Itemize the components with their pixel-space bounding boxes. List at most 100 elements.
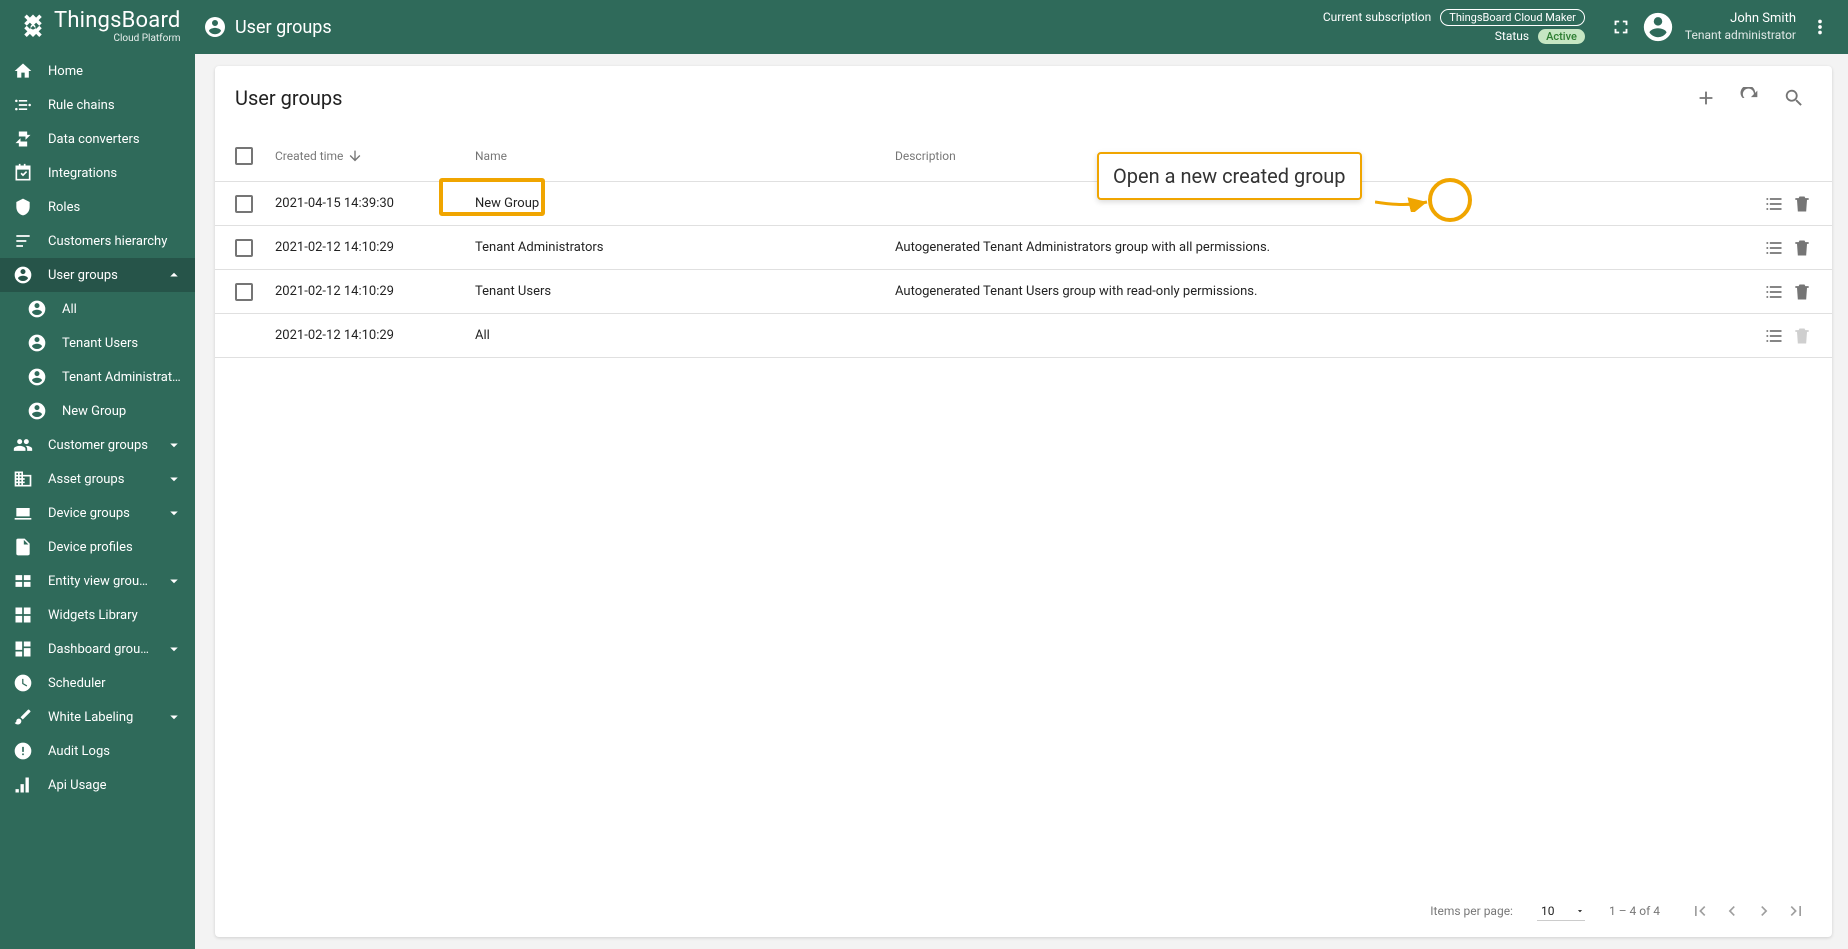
arrow-down-icon bbox=[347, 148, 363, 164]
plus-icon bbox=[1695, 87, 1717, 109]
sidebar-item-data-converters[interactable]: Data converters bbox=[0, 122, 195, 156]
sidebar-item-dashboard-groups[interactable]: Dashboard groups bbox=[0, 632, 195, 666]
sidebar-item-label: Audit Logs bbox=[48, 744, 183, 759]
status-label: Status bbox=[1495, 29, 1529, 43]
sidebar-item-widgets-library[interactable]: Widgets Library bbox=[0, 598, 195, 632]
next-page-button[interactable] bbox=[1748, 895, 1780, 927]
chevron-right-icon bbox=[1754, 901, 1774, 921]
sidebar-item-roles[interactable]: Roles bbox=[0, 190, 195, 224]
chevron-down-icon bbox=[165, 504, 183, 522]
fullscreen-button[interactable] bbox=[1601, 7, 1641, 47]
subscription-info: Current subscription ThingsBoard Cloud M… bbox=[1323, 8, 1585, 46]
sidebar-item-device-groups[interactable]: Device groups bbox=[0, 496, 195, 530]
sidebar-item-audit-logs[interactable]: Audit Logs bbox=[0, 734, 195, 768]
account-icon bbox=[26, 366, 48, 388]
entity-icon bbox=[12, 570, 34, 592]
select-arrow-icon bbox=[1575, 906, 1585, 916]
card-title: User groups bbox=[235, 86, 342, 110]
cell-created: 2021-02-12 14:10:29 bbox=[275, 284, 475, 299]
delete-icon[interactable] bbox=[1792, 238, 1812, 258]
brand-subtitle: Cloud Platform bbox=[113, 34, 180, 44]
domain-icon bbox=[12, 468, 34, 490]
cell-created: 2021-04-15 14:39:30 bbox=[275, 196, 475, 211]
home-icon bbox=[12, 60, 34, 82]
chevron-down-icon bbox=[165, 470, 183, 488]
open-group-icon[interactable] bbox=[1764, 326, 1784, 346]
hierarchy-icon bbox=[12, 230, 34, 252]
rule-icon bbox=[12, 94, 34, 116]
sidebar-item-scheduler[interactable]: Scheduler bbox=[0, 666, 195, 700]
search-button[interactable] bbox=[1776, 80, 1812, 116]
open-group-icon[interactable] bbox=[1764, 194, 1784, 214]
sidebar-item-rule-chains[interactable]: Rule chains bbox=[0, 88, 195, 122]
thingsboard-logo-icon bbox=[18, 12, 48, 42]
column-created-header[interactable]: Created time bbox=[275, 148, 475, 164]
sidebar-item-label: Tenant Administrators bbox=[62, 370, 183, 385]
subscription-plan[interactable]: ThingsBoard Cloud Maker bbox=[1440, 9, 1585, 26]
account-icon bbox=[26, 298, 48, 320]
sidebar-item-user-groups[interactable]: User groups bbox=[0, 258, 195, 292]
select-all-checkbox[interactable] bbox=[235, 147, 253, 165]
cell-description: Autogenerated Tenant Administrators grou… bbox=[895, 240, 1722, 255]
table-row[interactable]: 2021-02-12 14:10:29Tenant Administrators… bbox=[215, 226, 1832, 270]
chevron-down-icon bbox=[165, 640, 183, 658]
brand-logo[interactable]: ThingsBoard Cloud Platform bbox=[8, 10, 203, 44]
user-groups-card: User groups Created time Name bbox=[215, 66, 1832, 937]
prev-page-button[interactable] bbox=[1716, 895, 1748, 927]
sidebar-item-entity-view-groups[interactable]: Entity view groups bbox=[0, 564, 195, 598]
sidebar-item-label: Tenant Users bbox=[62, 336, 183, 351]
row-checkbox[interactable] bbox=[235, 283, 253, 301]
sidebar-item-customer-groups[interactable]: Customer groups bbox=[0, 428, 195, 462]
sidebar-item-device-profiles[interactable]: Device profiles bbox=[0, 530, 195, 564]
people-icon bbox=[12, 434, 34, 456]
row-checkbox[interactable] bbox=[235, 239, 253, 257]
sidebar-subitem-tenant-administrators[interactable]: Tenant Administrators bbox=[0, 360, 195, 394]
sidebar-item-api-usage[interactable]: Api Usage bbox=[0, 768, 195, 802]
sidebar-subitem-tenant-users[interactable]: Tenant Users bbox=[0, 326, 195, 360]
sidebar-item-asset-groups[interactable]: Asset groups bbox=[0, 462, 195, 496]
cell-name: All bbox=[475, 328, 895, 343]
sidebar-item-customers-hierarchy[interactable]: Customers hierarchy bbox=[0, 224, 195, 258]
audit-icon bbox=[12, 740, 34, 762]
last-page-button[interactable] bbox=[1780, 895, 1812, 927]
sidebar-item-label: Asset groups bbox=[48, 472, 151, 487]
column-name-header[interactable]: Name bbox=[475, 149, 895, 163]
row-checkbox[interactable] bbox=[235, 195, 253, 213]
sidebar-item-label: Dashboard groups bbox=[48, 642, 151, 657]
sidebar-item-label: Customers hierarchy bbox=[48, 234, 183, 249]
table-row[interactable]: 2021-02-12 14:10:29Tenant UsersAutogener… bbox=[215, 270, 1832, 314]
profile-icon bbox=[12, 536, 34, 558]
column-description-header[interactable]: Description bbox=[895, 149, 1722, 163]
page-breadcrumb: User groups bbox=[203, 15, 332, 39]
page-title: User groups bbox=[235, 17, 332, 38]
convert-icon bbox=[12, 128, 34, 150]
cell-description: Autogenerated Tenant Users group with re… bbox=[895, 284, 1722, 299]
table-row[interactable]: 2021-04-15 14:39:30New Group bbox=[215, 182, 1832, 226]
items-per-page-select[interactable]: 10 bbox=[1537, 902, 1585, 921]
integrations-icon bbox=[12, 162, 34, 184]
sidebar-subitem-all[interactable]: All bbox=[0, 292, 195, 326]
first-page-button[interactable] bbox=[1684, 895, 1716, 927]
delete-icon[interactable] bbox=[1792, 282, 1812, 302]
sidebar-item-white-labeling[interactable]: White Labeling bbox=[0, 700, 195, 734]
table-row[interactable]: 2021-02-12 14:10:29All bbox=[215, 314, 1832, 358]
sidebar-subitem-new-group[interactable]: New Group bbox=[0, 394, 195, 428]
devices-icon bbox=[12, 502, 34, 524]
refresh-icon bbox=[1739, 87, 1761, 109]
sidebar-item-home[interactable]: Home bbox=[0, 54, 195, 88]
sidebar-item-label: Home bbox=[48, 64, 183, 79]
add-button[interactable] bbox=[1688, 80, 1724, 116]
open-group-icon[interactable] bbox=[1764, 282, 1784, 302]
account-icon bbox=[26, 332, 48, 354]
sidebar-item-label: Integrations bbox=[48, 166, 183, 181]
sidebar-item-label: Rule chains bbox=[48, 98, 183, 113]
more-menu-button[interactable] bbox=[1800, 7, 1840, 47]
refresh-button[interactable] bbox=[1732, 80, 1768, 116]
user-menu[interactable]: John Smith Tenant administrator bbox=[1641, 10, 1796, 44]
account-circle-icon bbox=[203, 15, 227, 39]
pagination-range: 1 – 4 of 4 bbox=[1609, 904, 1660, 918]
sidebar-item-integrations[interactable]: Integrations bbox=[0, 156, 195, 190]
open-group-icon[interactable] bbox=[1764, 238, 1784, 258]
chevron-down-icon bbox=[165, 572, 183, 590]
delete-icon[interactable] bbox=[1792, 194, 1812, 214]
